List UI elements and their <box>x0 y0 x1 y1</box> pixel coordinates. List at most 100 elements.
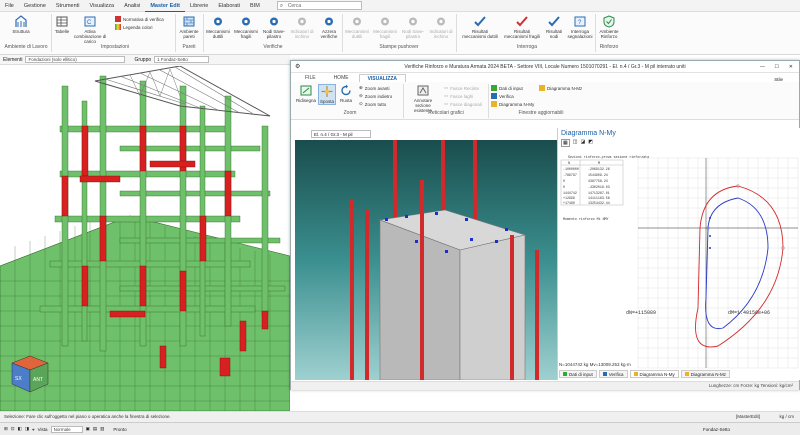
menu-tab-visualizza[interactable]: Visualizza <box>84 0 119 12</box>
vista-select[interactable]: Normale <box>50 425 83 433</box>
group-ambiente-label: Ambiente di Lavoro <box>4 44 48 50</box>
group-reticolari-label: Reticolari grafici <box>428 110 464 116</box>
dati-input-button[interactable]: Dati di input <box>491 85 523 91</box>
verifica-button[interactable]: Verifica <box>491 93 514 99</box>
status-bar: Selezione: Fare clic sull'oggetto nel pi… <box>0 411 800 422</box>
tab-home[interactable]: HOME <box>326 74 357 82</box>
column-3d-view[interactable] <box>295 140 557 381</box>
meccanismi-fragili-button[interactable]: Meccanismi fragili <box>233 15 259 39</box>
diagram-tool-icon[interactable]: ◩ <box>588 139 593 147</box>
bottom-tab-verifica[interactable]: Verifica <box>598 370 628 378</box>
toolbar-icon[interactable]: ◧ <box>18 426 22 432</box>
toolbar-icon[interactable]: ⊡ <box>11 426 15 432</box>
bottom-tab-dati-input[interactable]: Dati di input <box>559 370 597 378</box>
diagram-grid <box>637 157 799 369</box>
ambiente-rinforzo-button[interactable]: Ambiente Rinforzo <box>597 15 621 39</box>
indicatori-inchino-button[interactable]: Indicatori di inchino <box>289 15 315 39</box>
diagram-tool-icon[interactable]: ◪ <box>580 139 585 147</box>
sp-nodi-button[interactable]: Nodi trave-pilastro <box>400 15 426 39</box>
tab-visualizza[interactable]: VISUALIZZA <box>358 74 407 82</box>
meccanismi-duttili-button[interactable]: Meccanismi duttili <box>205 15 231 39</box>
fasce-laghi-button[interactable]: ▭ Fasce laghi <box>444 93 473 99</box>
normativa-button[interactable]: Normativa di verifica <box>115 16 164 22</box>
maximize-icon[interactable]: ☐ <box>775 61 779 73</box>
annotare-sezione-button[interactable]: Annotare sezione esistente <box>406 84 440 113</box>
zoom-tutto-button[interactable]: ⊙ Zoom tutto <box>359 101 386 107</box>
group-label: Gruppo <box>134 56 152 63</box>
gear-icon <box>214 17 222 26</box>
menu-tab-librerie[interactable]: Librerie <box>185 0 213 12</box>
bottom-toolbar: ⊞ ⊡ ◧ ◨ ⌖ Vista Normale ▣ ▤ ▥ Pronto Fon… <box>0 422 800 435</box>
group-pareti-label: Pareti <box>182 44 196 50</box>
check-icon <box>548 16 560 27</box>
gear-icon <box>353 17 361 26</box>
diagram-panel: Diagramma N-My ▦ ◫ ◪ ◩ Sezioni rinforzo-… <box>557 128 800 380</box>
ambiente-pareti-button[interactable]: Ambiente pareti <box>177 15 201 39</box>
svg-text:0: 0 <box>563 185 565 189</box>
fasce-diagonali-button[interactable]: ▭ Fasce diagonali <box>444 101 482 107</box>
nodi-trave-pilastro-button[interactable]: Nodi trave-pilastro <box>261 15 287 39</box>
svg-text:-786797: -786797 <box>563 173 577 177</box>
zoom-indietro-button[interactable]: ⊖ Zoom indietro <box>359 93 392 99</box>
menu-tab-elaborati[interactable]: Elaborati <box>213 0 245 12</box>
risultati-nodi-button[interactable]: Risultati nodi <box>543 15 565 39</box>
table-header-n: N <box>568 161 570 165</box>
struttura-button[interactable]: Struttura <box>6 15 36 34</box>
risultati-fragili-button[interactable]: Risultati meccanismi fragili <box>502 15 542 39</box>
toolbar-icon[interactable]: ◨ <box>25 426 29 432</box>
diagram-title: Diagramma N-My <box>561 130 616 137</box>
shield-icon <box>603 15 615 28</box>
group-select[interactable]: 1 Fondaz-Setto <box>154 56 210 63</box>
search-input[interactable]: ⌕ Cerca <box>276 1 362 10</box>
toolbar-icon[interactable]: ⊞ <box>4 426 8 432</box>
elements-select[interactable]: Fondazioni (solo ellitico) <box>25 56 126 63</box>
attiva-combinazione-button[interactable]: C Attiva combinazione di carico <box>70 15 110 44</box>
verify-icon <box>491 93 497 99</box>
gear-icon <box>325 17 333 26</box>
status-mode: [MasterEdit] <box>735 414 760 419</box>
toolbar-icon[interactable]: ▤ <box>93 426 97 432</box>
sp-indicatori-button[interactable]: Indicatori di inchino <box>428 15 454 39</box>
view-cube[interactable]: SX ANT <box>11 355 49 393</box>
azzera-verifiche-button[interactable]: Azzera verifiche <box>317 15 341 39</box>
search-icon: ⌕ <box>279 3 284 9</box>
settings-icon[interactable]: ⚙ <box>295 61 300 73</box>
toolbar-icon[interactable]: ⌖ <box>32 427 35 432</box>
menu-tab-file[interactable]: File <box>0 0 19 12</box>
group-zoom-label: Zoom <box>343 110 357 116</box>
tabelle-button[interactable]: Tabelle <box>54 15 70 34</box>
sp-meccanismi-duttili-button[interactable]: Meccanismi duttili <box>344 15 370 39</box>
ribbon-separator <box>595 14 596 52</box>
menu-tab-gestione[interactable]: Gestione <box>19 0 51 12</box>
risultati-duttili-button[interactable]: Risultati meccanismi duttili <box>460 15 500 39</box>
menu-tab-strumenti[interactable]: Strumenti <box>51 0 85 12</box>
sp-meccanismi-fragili-button[interactable]: Meccanismi fragili <box>372 15 398 39</box>
diagramma-nmz-button[interactable]: Diagramma N-Mz <box>539 85 582 91</box>
diagramma-nmy-button[interactable]: Diagramma N-My <box>491 101 534 107</box>
menu-tab-master-edit[interactable]: Master Edit <box>145 0 185 12</box>
group-rinforzo-label: Rinforzo <box>599 44 619 50</box>
view-tab-3d[interactable]: El. n.4 / Gr.3 - M pil interrato uniti <box>311 130 371 144</box>
close-icon[interactable]: ✕ <box>789 61 793 73</box>
menu-tab-analisi[interactable]: Analisi <box>119 0 145 12</box>
minimize-icon[interactable]: — <box>760 61 765 73</box>
menu-tab-bim[interactable]: BIM <box>245 0 265 12</box>
toolbar-icon[interactable]: ▣ <box>86 426 90 432</box>
diagram-tool-icon[interactable]: ▦ <box>561 139 570 147</box>
model-3d-view[interactable]: SX ANT <box>0 66 290 411</box>
diagram-tool-icon[interactable]: ◫ <box>573 139 578 147</box>
menu-bar: File Gestione Strumenti Visualizza Anali… <box>0 0 800 12</box>
toolbar-icon[interactable]: ▥ <box>100 426 104 432</box>
ridisegna-button[interactable]: Ridisegna <box>295 84 317 103</box>
legenda-button[interactable]: Legenda colori <box>115 24 153 30</box>
zoom-avanti-button[interactable]: ⊕ Zoom avanti <box>359 85 390 91</box>
bottom-tab-diagramma-nmy[interactable]: Diagramma N-My <box>629 370 679 378</box>
bottom-tab-diagramma-nmz[interactable]: Diagramma N-Mz <box>680 370 731 378</box>
interroga-segnalazioni-button[interactable]: ? Interroga segnalazioni <box>566 15 594 39</box>
table-header-m: M <box>598 161 600 165</box>
fasce-recinte-button[interactable]: ▭ Fasce Recinte <box>444 85 479 91</box>
svg-text:13254432.44: 13254432.44 <box>588 201 610 205</box>
ruota-button[interactable]: Ruota <box>337 84 355 103</box>
sposta-button[interactable]: Sposta <box>318 84 336 105</box>
tab-file[interactable]: FILE <box>297 74 324 82</box>
